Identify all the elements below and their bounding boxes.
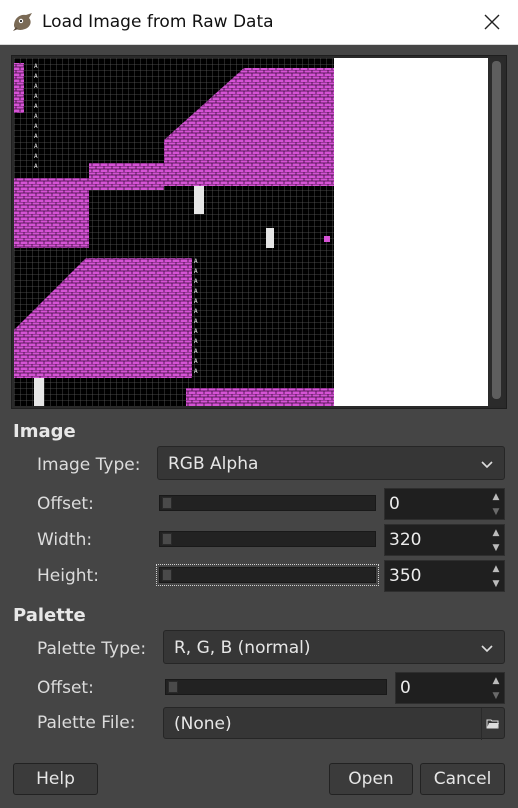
image-type-combo[interactable]: RGB Alpha — [157, 446, 505, 480]
offset-increment-button[interactable]: ▲ — [488, 489, 504, 504]
svg-text:A: A — [34, 73, 38, 80]
palette-section-title: Palette — [13, 605, 86, 626]
palette-file-label: Palette File: — [37, 713, 136, 733]
svg-text:A: A — [34, 83, 38, 90]
folder-open-icon — [486, 719, 499, 729]
cancel-button[interactable]: Cancel — [420, 763, 505, 795]
chevron-down-icon — [481, 461, 493, 469]
palette-offset-spinbox[interactable]: 0 ▲ ▼ — [395, 672, 505, 704]
svg-text:A: A — [34, 113, 38, 120]
width-slider[interactable] — [159, 531, 376, 547]
svg-text:A: A — [34, 63, 38, 70]
palette-offset-slider-handle[interactable] — [168, 681, 178, 693]
gimp-icon — [13, 13, 32, 31]
title-bar: Load Image from Raw Data — [0, 0, 518, 45]
svg-text:A: A — [194, 288, 198, 295]
svg-text:A: A — [194, 348, 198, 355]
svg-text:A: A — [194, 308, 198, 315]
preview-scrollbar[interactable] — [489, 58, 504, 406]
svg-text:A: A — [194, 358, 198, 365]
palette-offset-decrement-button[interactable]: ▼ — [488, 688, 504, 703]
svg-text:A: A — [34, 153, 38, 160]
open-file-button[interactable] — [481, 708, 504, 740]
offset-value: 0 — [389, 494, 400, 514]
height-label: Height: — [37, 566, 99, 586]
palette-type-combo[interactable]: R, G, B (normal) — [163, 630, 505, 664]
palette-type-label: Palette Type: — [37, 639, 147, 659]
height-spinbox[interactable]: 350 ▲ ▼ — [384, 560, 505, 592]
svg-text:A: A — [34, 163, 38, 170]
palette-offset-value: 0 — [400, 678, 411, 698]
palette-file-value: (None) — [174, 714, 232, 734]
scrollbar-thumb[interactable] — [492, 61, 501, 399]
offset-decrement-button[interactable]: ▼ — [488, 504, 504, 519]
palette-offset-label: Offset: — [37, 678, 94, 698]
height-increment-button[interactable]: ▲ — [488, 561, 504, 576]
svg-text:A: A — [194, 328, 198, 335]
height-value: 350 — [389, 566, 422, 586]
svg-text:A: A — [194, 338, 198, 345]
open-button[interactable]: Open — [329, 763, 413, 795]
width-increment-button[interactable]: ▲ — [488, 525, 504, 540]
width-spinbox[interactable]: 320 ▲ ▼ — [384, 524, 505, 556]
svg-text:A: A — [34, 93, 38, 100]
height-slider-handle[interactable] — [162, 569, 172, 581]
svg-text:A: A — [194, 318, 198, 325]
svg-text:A: A — [194, 368, 198, 375]
offset-spinbox[interactable]: 0 ▲ ▼ — [384, 488, 505, 520]
offset-label: Offset: — [37, 494, 94, 514]
palette-type-value: R, G, B (normal) — [174, 638, 311, 658]
image-preview[interactable]: AAAA AAAA AAA AAAA AAAA AAAA — [11, 55, 507, 409]
image-section-title: Image — [13, 421, 76, 442]
palette-offset-increment-button[interactable]: ▲ — [488, 673, 504, 688]
chevron-down-icon — [481, 645, 493, 653]
window-title: Load Image from Raw Data — [42, 12, 274, 32]
close-button[interactable] — [466, 0, 518, 44]
image-type-label: Image Type: — [37, 455, 141, 475]
preview-empty-area — [334, 58, 488, 406]
svg-text:A: A — [34, 123, 38, 130]
offset-slider-handle[interactable] — [162, 497, 172, 509]
offset-slider[interactable] — [159, 495, 376, 511]
raw-image-preview: AAAA AAAA AAA AAAA AAAA AAAA — [14, 58, 334, 406]
svg-text:A: A — [194, 258, 198, 265]
svg-text:A: A — [34, 133, 38, 140]
palette-offset-slider[interactable] — [165, 679, 387, 695]
width-slider-handle[interactable] — [162, 533, 172, 545]
height-slider[interactable] — [156, 564, 379, 586]
help-button[interactable]: Help — [13, 763, 98, 795]
close-icon — [484, 14, 500, 30]
svg-text:A: A — [194, 278, 198, 285]
svg-text:A: A — [194, 298, 198, 305]
width-value: 320 — [389, 530, 422, 550]
width-decrement-button[interactable]: ▼ — [488, 540, 504, 555]
image-type-value: RGB Alpha — [168, 454, 259, 474]
palette-file-chooser[interactable]: (None) — [163, 707, 505, 740]
height-decrement-button[interactable]: ▼ — [488, 576, 504, 591]
svg-text:A: A — [194, 268, 198, 275]
svg-text:A: A — [34, 103, 38, 110]
width-label: Width: — [37, 530, 93, 550]
svg-text:A: A — [34, 143, 38, 150]
